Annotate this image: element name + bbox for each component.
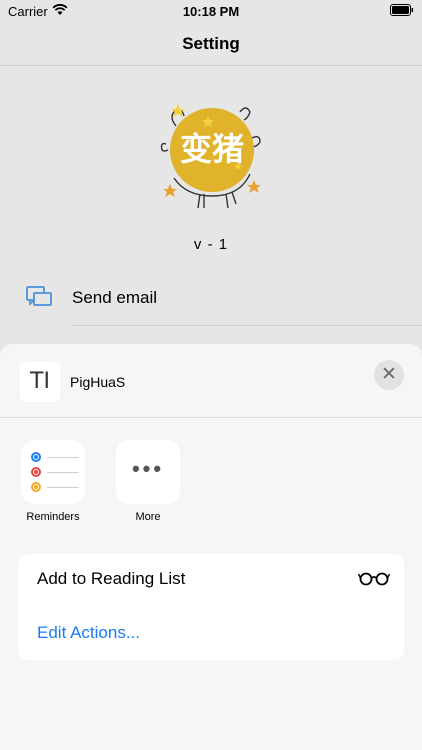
status-bar: Carrier 10:18 PM xyxy=(0,0,422,22)
close-icon: ✕ xyxy=(381,364,397,385)
share-sheet-header: TI PigHuaS ✕ xyxy=(0,344,422,418)
glasses-icon xyxy=(358,572,390,586)
navigation-bar: Setting xyxy=(0,22,422,66)
action-label: Edit Actions... xyxy=(37,623,140,642)
menu-item-send-email[interactable]: Send email xyxy=(0,270,422,326)
share-app-reminders[interactable] xyxy=(21,440,85,504)
share-app-label: More xyxy=(135,511,161,523)
chat-bubbles-icon xyxy=(26,286,52,306)
document-title: PigHuaS xyxy=(70,374,126,390)
share-actions-group: Add to Reading List Edit Actions... xyxy=(18,554,404,660)
action-add-to-reading-list[interactable]: Add to Reading List xyxy=(18,554,404,604)
share-app-more[interactable]: ••• xyxy=(116,440,180,504)
menu-item-label: Send email xyxy=(72,288,158,307)
version-label: v - 1 xyxy=(193,236,229,253)
page-title: Setting xyxy=(182,34,240,53)
share-app-label: Reminders xyxy=(26,511,80,523)
status-time: 10:18 PM xyxy=(182,4,240,19)
text-cursor-icon: TI xyxy=(30,369,50,394)
close-button[interactable]: ✕ xyxy=(374,360,404,390)
share-sheet: TI PigHuaS ✕ Reminders ••• More Add to R… xyxy=(0,344,422,750)
document-thumbnail: TI xyxy=(20,362,60,402)
battery-icon xyxy=(390,4,414,16)
more-icon: ••• xyxy=(131,456,165,481)
app-logo: 变猪 xyxy=(160,104,261,209)
action-edit-actions[interactable]: Edit Actions... xyxy=(18,608,404,658)
logo-text: 变猪 xyxy=(180,130,244,168)
action-label: Add to Reading List xyxy=(37,569,186,588)
divider xyxy=(72,325,422,326)
